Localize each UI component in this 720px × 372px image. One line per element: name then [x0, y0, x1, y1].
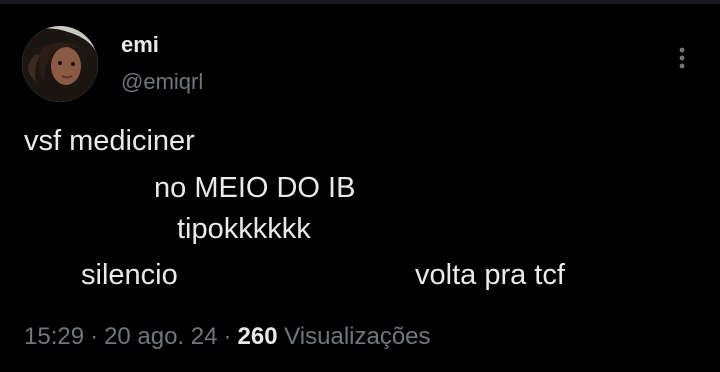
meta-separator: ·: [223, 323, 232, 350]
tweet-text-line: tipokkkkkk: [177, 213, 311, 245]
views-label: Visualizações: [284, 323, 431, 350]
user-handle[interactable]: @emiqrl: [121, 68, 203, 96]
tweet-time[interactable]: 15:29: [24, 323, 84, 350]
tweet-text-line: volta pra tcf: [415, 259, 565, 291]
avatar-image: [22, 26, 98, 102]
display-name[interactable]: emi: [121, 31, 159, 59]
tweet-date[interactable]: 20 ago. 24: [104, 323, 217, 350]
tweet-text-line: silencio: [81, 259, 178, 291]
tweet-text-line: vsf mediciner: [24, 125, 195, 157]
more-options-button[interactable]: [664, 40, 700, 76]
tweet-meta: 15:29 · 20 ago. 24 · 260 Visualizações: [24, 322, 431, 352]
tweet-card: emi @emiqrl vsf mediciner no MEIO DO IB …: [0, 0, 720, 372]
views-count: 260: [237, 323, 278, 350]
avatar[interactable]: [22, 26, 98, 102]
tweet-text-line: no MEIO DO IB: [154, 172, 356, 204]
top-divider: [0, 0, 720, 4]
meta-separator: ·: [90, 323, 99, 350]
more-vertical-icon: [679, 47, 685, 69]
